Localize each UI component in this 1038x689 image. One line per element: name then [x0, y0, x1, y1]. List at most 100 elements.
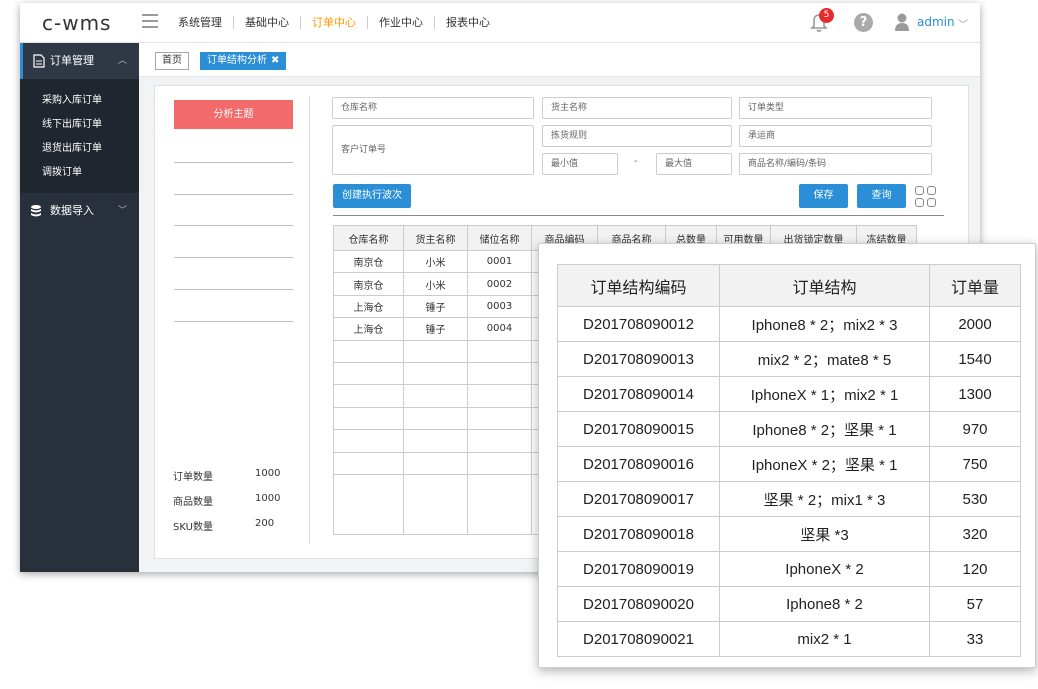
warehouse-input[interactable]: 仓库名称 — [332, 97, 534, 119]
divider — [333, 215, 944, 216]
table-row[interactable]: D201708090014 IphoneX * 1；mix2 * 1 1300 — [557, 376, 1021, 412]
structure-desc: mix2 * 2；mate8 * 5 — [719, 341, 930, 377]
table-row[interactable]: D201708090012 Iphone8 * 2；mix2 * 3 2000 — [557, 306, 1021, 342]
help-icon[interactable]: ? — [854, 13, 873, 32]
structure-desc: mix2 * 1 — [719, 621, 930, 657]
stat-value: 1000 — [255, 493, 281, 504]
stat-label: 订单数量 — [173, 472, 213, 483]
structure-desc: IphoneX * 1；mix2 * 1 — [719, 376, 930, 412]
topic-slot[interactable] — [174, 162, 293, 163]
create-wave-button[interactable]: 创建执行波次 — [333, 184, 411, 208]
structure-desc: Iphone8 * 2；坚果 * 1 — [719, 411, 930, 447]
structure-desc: IphoneX * 2 — [719, 551, 930, 587]
column-header[interactable]: 货主名称 — [403, 225, 468, 251]
tab-order-structure[interactable]: 订单结构分析 ✖ — [200, 52, 287, 70]
nav-system[interactable]: 系统管理 — [167, 16, 234, 29]
carrier-select[interactable]: 承运商 — [739, 125, 932, 147]
table-cell: 小米 — [403, 272, 468, 296]
chevron-down-icon: ﹀ — [117, 206, 127, 216]
order-count: 750 — [929, 446, 1021, 482]
table-cell: 0003 — [467, 294, 532, 319]
tab-home[interactable]: 首页 — [155, 52, 189, 70]
sidebar-submenu: 采购入库订单 线下出库订单 退货出库订单 调拨订单 — [20, 79, 139, 193]
topic-slot[interactable] — [174, 225, 293, 226]
sidebar-item-purchase-inbound[interactable]: 采购入库订单 — [20, 89, 139, 113]
topic-slot[interactable] — [174, 321, 293, 322]
order-structure-panel: 订单结构编码 订单结构 订单量 D201708090012 Iphone8 * 2… — [538, 243, 1036, 668]
table-row[interactable]: D201708090013 mix2 * 2；mate8 * 5 1540 — [557, 341, 1021, 377]
column-header[interactable]: 订单量 — [929, 264, 1021, 307]
range-dash: - — [634, 156, 638, 167]
query-button[interactable]: 查询 — [857, 184, 906, 208]
user-name[interactable]: admin — [917, 15, 955, 29]
table-row[interactable]: D201708090019 IphoneX * 2 120 — [557, 551, 1021, 587]
topic-slot[interactable] — [174, 289, 293, 290]
table-cell: 上海仓 — [333, 294, 404, 319]
tab-label: 订单结构分析 — [207, 55, 267, 66]
column-header[interactable]: 订单结构 — [719, 264, 930, 307]
structure-desc: Iphone8 * 2 — [719, 586, 930, 622]
order-count: 2000 — [929, 306, 1021, 342]
nav-basic[interactable]: 基础中心 — [234, 16, 301, 29]
stat-product-count: 商品数量 1000 — [173, 493, 283, 508]
order-count: 1300 — [929, 376, 1021, 412]
table-cell: 南京仓 — [333, 272, 404, 296]
user-icon[interactable] — [894, 12, 910, 32]
topic-slot[interactable] — [174, 257, 293, 258]
sidebar-group-order[interactable]: 订单管理 ︿ — [20, 43, 139, 79]
top-bar: c-wms 系统管理 基础中心 订单中心 作业中心 报表中心 5 ? admin… — [20, 3, 980, 43]
table-cell: 锤子 — [403, 317, 468, 341]
table-row[interactable]: D201708090021 mix2 * 1 33 — [557, 621, 1021, 657]
min-value-input[interactable]: 最小值 — [542, 153, 618, 175]
table-row[interactable]: D201708090017 坚果 * 2；mix1 * 3 530 — [557, 481, 1021, 517]
column-header[interactable]: 仓库名称 — [333, 225, 404, 251]
app-logo: c-wms — [42, 11, 112, 35]
menu-icon[interactable] — [142, 14, 158, 28]
stat-value: 1000 — [255, 468, 281, 479]
close-icon[interactable]: ✖ — [271, 55, 279, 66]
sidebar-group-import[interactable]: 数据导入 ﹀ — [20, 193, 139, 229]
nav-order[interactable]: 订单中心 — [301, 16, 368, 29]
max-value-input[interactable]: 最大值 — [656, 153, 732, 175]
column-header[interactable]: 订单结构编码 — [557, 264, 720, 307]
owner-input[interactable]: 货主名称 — [542, 97, 732, 119]
table-row[interactable]: D201708090020 Iphone8 * 2 57 — [557, 586, 1021, 622]
product-search-input[interactable]: 商品名称/编码/条码 — [739, 153, 932, 175]
stat-sku-count: SKU数量 200 — [173, 518, 283, 533]
structure-code: D201708090017 — [557, 481, 720, 517]
structure-desc: Iphone8 * 2；mix2 * 3 — [719, 306, 930, 342]
analysis-topic-button[interactable]: 分析主题 — [174, 100, 293, 129]
nav-report[interactable]: 报表中心 — [435, 16, 501, 29]
structure-code: D201708090018 — [557, 516, 720, 552]
top-nav: 系统管理 基础中心 订单中心 作业中心 报表中心 — [167, 16, 501, 29]
grid-view-icon[interactable] — [915, 186, 937, 208]
table-row[interactable]: D201708090018 坚果 *3 320 — [557, 516, 1021, 552]
tab-strip: 首页 订单结构分析 ✖ — [139, 43, 980, 77]
structure-desc: 坚果 * 2；mix1 * 3 — [719, 481, 930, 517]
chevron-up-icon: ︿ — [117, 56, 127, 66]
structure-code: D201708090019 — [557, 551, 720, 587]
sidebar-item-offline-outbound[interactable]: 线下出库订单 — [20, 113, 139, 137]
order-count: 57 — [929, 586, 1021, 622]
sidebar-item-transfer[interactable]: 调拨订单 — [20, 161, 139, 185]
nav-operation[interactable]: 作业中心 — [368, 16, 435, 29]
save-button[interactable]: 保存 — [799, 184, 848, 208]
column-header[interactable]: 储位名称 — [467, 225, 532, 251]
table-row[interactable]: D201708090015 Iphone8 * 2；坚果 * 1 970 — [557, 411, 1021, 447]
sidebar-group-label: 订单管理 — [50, 54, 94, 67]
order-count: 320 — [929, 516, 1021, 552]
sidebar-item-return-outbound[interactable]: 退货出库订单 — [20, 137, 139, 161]
structure-code: D201708090014 — [557, 376, 720, 412]
table-cell: 0001 — [467, 249, 532, 274]
picking-rule-select[interactable]: 拣货规则 — [542, 125, 732, 147]
document-icon — [33, 54, 45, 68]
table-row[interactable]: D201708090016 IphoneX * 2；坚果 * 1 750 — [557, 446, 1021, 482]
structure-desc: IphoneX * 2；坚果 * 1 — [719, 446, 930, 482]
order-type-select[interactable]: 订单类型 — [739, 97, 932, 119]
notification-badge: 5 — [819, 8, 834, 23]
topic-slot[interactable] — [174, 194, 293, 195]
chevron-down-icon[interactable]: ﹀ — [958, 16, 968, 31]
order-structure-table: 订单结构编码 订单结构 订单量 D201708090012 Iphone8 * 2… — [557, 264, 1021, 657]
customer-order-input[interactable]: 客户订单号 — [332, 125, 534, 175]
structure-code: D201708090020 — [557, 586, 720, 622]
